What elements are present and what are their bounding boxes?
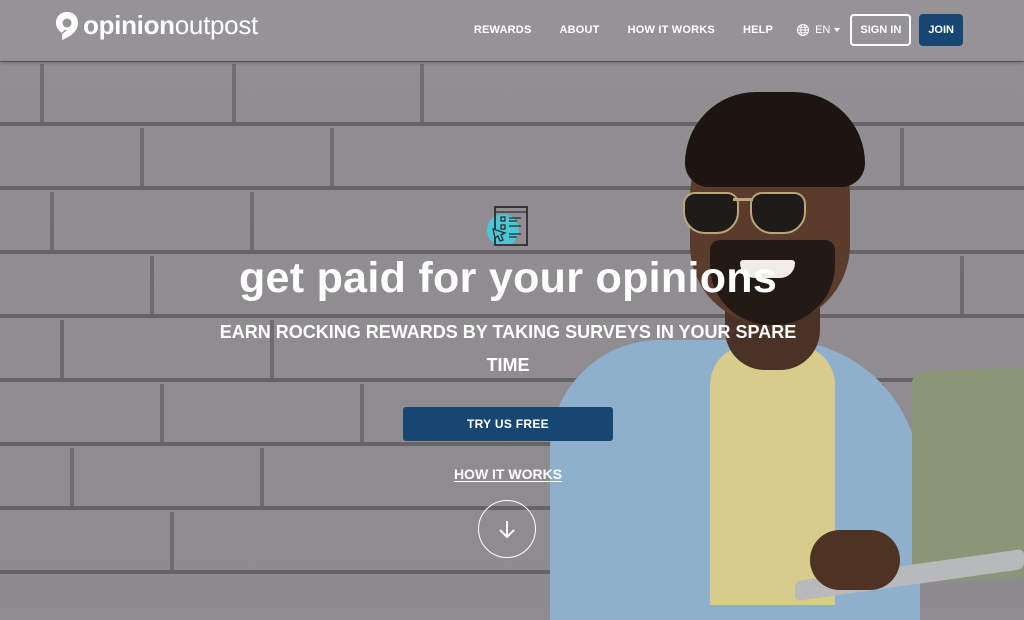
- logo-text-primary: opinion: [83, 10, 175, 40]
- hero-section: get paid for your opinions EARN ROCKING …: [0, 0, 1016, 604]
- chevron-down-icon: [834, 28, 841, 32]
- sign-in-button[interactable]: SIGN IN: [850, 14, 912, 46]
- nav-link-rewards[interactable]: REWARDS: [474, 24, 532, 36]
- hero-headline: get paid for your opinions: [238, 254, 778, 302]
- survey-document-icon: [487, 206, 528, 246]
- nav-link-about[interactable]: ABOUT: [559, 24, 599, 36]
- join-button[interactable]: JOIN: [919, 14, 963, 46]
- main-nav: REWARDS ABOUT HOW IT WORKS HELP EN SIGN …: [474, 14, 963, 46]
- try-us-free-button[interactable]: TRY US FREE: [403, 407, 613, 441]
- nav-link-how-it-works[interactable]: HOW IT WORKS: [628, 24, 715, 36]
- how-it-works-link[interactable]: HOW IT WORKS: [0, 466, 1016, 482]
- globe-icon: [797, 24, 810, 36]
- scroll-down-button[interactable]: [478, 500, 536, 558]
- nav-link-help[interactable]: HELP: [743, 24, 773, 36]
- logo[interactable]: opinion outpost: [55, 10, 258, 41]
- logo-text-secondary: outpost: [174, 10, 258, 40]
- language-selector[interactable]: EN: [797, 24, 841, 36]
- hero-subheadline: EARN ROCKING REWARDS BY TAKING SURVEYS I…: [219, 322, 797, 375]
- logo-pin-icon: [56, 11, 78, 40]
- site-header: opinion outpost REWARDS ABOUT HOW IT WORK…: [0, 0, 1024, 61]
- language-label: EN: [815, 24, 831, 36]
- arrow-down-icon: [499, 521, 515, 539]
